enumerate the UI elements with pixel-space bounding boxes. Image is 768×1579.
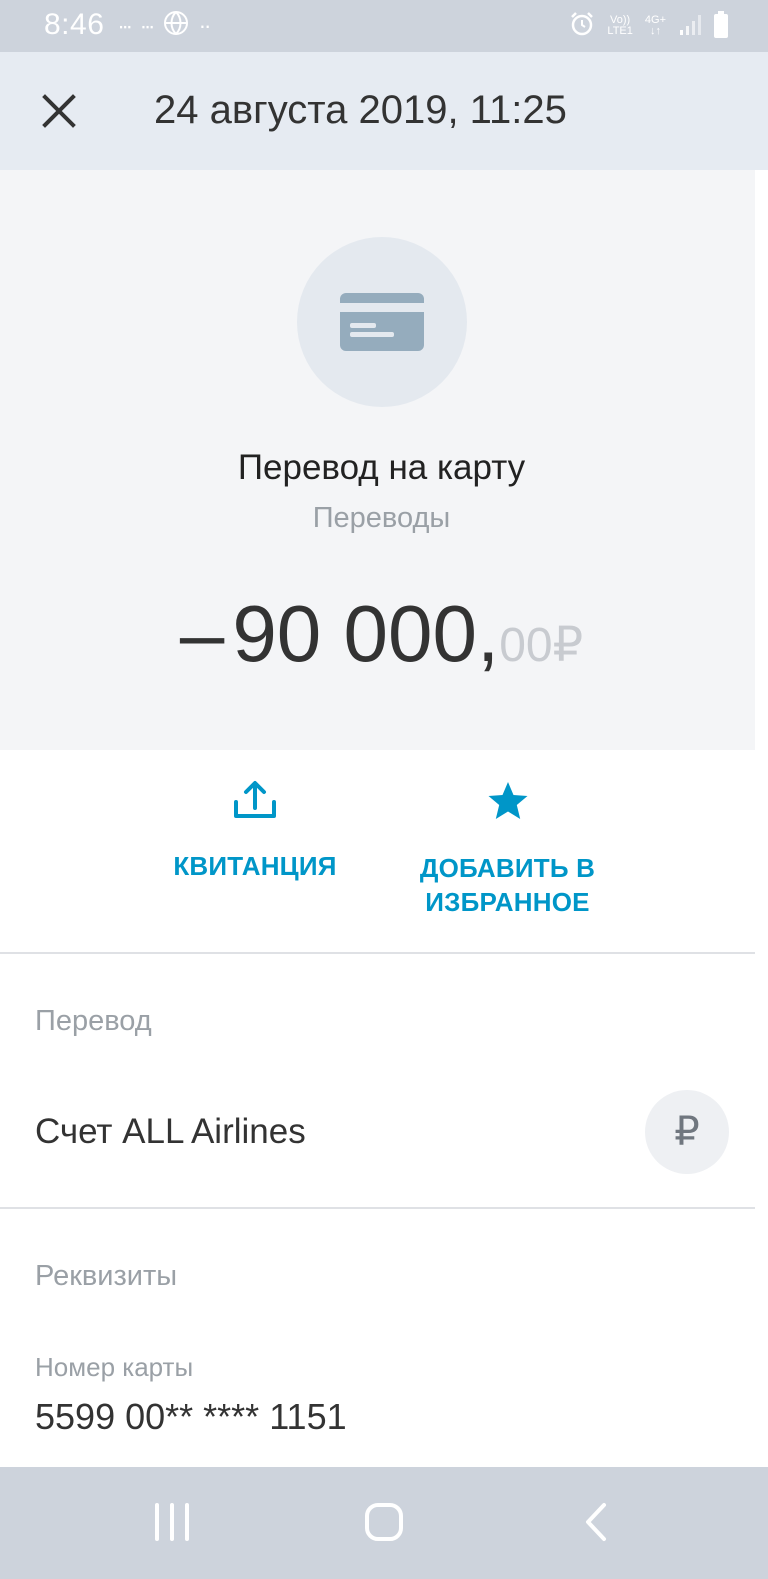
details-section-label: Реквизиты [35, 1260, 178, 1292]
transfer-account-name: Счет ALL Airlines [35, 1112, 306, 1151]
share-upload-icon [234, 781, 276, 818]
page-title: 24 августа 2019, 11:25 [154, 88, 567, 132]
operation-amount: –90 000,00₽ [0, 588, 763, 680]
amount-cents: 00 [499, 619, 553, 672]
close-button[interactable] [36, 88, 82, 134]
scrollbar[interactable] [755, 170, 763, 1440]
home-button[interactable] [359, 1497, 409, 1547]
amount-integer: 90 000, [232, 589, 500, 678]
star-icon [488, 782, 527, 819]
battery-icon [714, 11, 728, 38]
operation-category: Переводы [312, 502, 451, 534]
card-number-label: Номер карты [35, 1352, 194, 1382]
status-left-icons: ∙∙∙ ∙∙∙ ·· [118, 8, 212, 44]
divider [0, 952, 763, 954]
taxi-icon: ∙∙∙ [118, 13, 132, 38]
volte-bottom-text: LTE1 [607, 25, 633, 37]
network-bottom-text: ↓↑ [649, 25, 661, 37]
alarm-icon [569, 11, 595, 42]
receipt-label: КВИТАНЦИЯ [173, 851, 337, 881]
transfer-section-label: Перевод [35, 1005, 152, 1037]
add-to-favorites-button[interactable]: ДОБАВИТЬ В ИЗБРАННОЕ [405, 780, 610, 919]
operation-title: Перевод на карту [237, 448, 526, 487]
add-to-favorites-label-line1: ДОБАВИТЬ В [419, 853, 596, 883]
operation-summary: Перевод на карту Переводы –90 000,00₽ [0, 170, 763, 750]
more-dots-icon: ·· [198, 13, 212, 38]
ruble-currency-icon[interactable]: ₽ [645, 1090, 729, 1174]
close-icon [42, 94, 76, 128]
actions-bar: КВИТАНЦИЯ ДОБАВИТЬ В ИЗБРАННОЕ [0, 750, 763, 953]
add-to-favorites-label: ДОБАВИТЬ В ИЗБРАННОЕ [405, 851, 610, 919]
network-4g-icon: 4G+ ↓↑ [645, 15, 666, 37]
back-button[interactable] [572, 1497, 622, 1547]
taxi-icon: ∙∙∙ [140, 13, 154, 38]
system-nav-bar [0, 1467, 768, 1579]
status-time: 8:46 [44, 8, 105, 41]
back-icon [586, 1503, 606, 1541]
receipt-button[interactable]: КВИТАНЦИЯ [155, 780, 355, 883]
volte-icon: Vo)) LTE1 [607, 15, 632, 37]
status-bar: 8:46 ∙∙∙ ∙∙∙ ·· Vo)) LTE1 4G+ ↓↑ [0, 0, 768, 52]
home-icon [365, 1503, 403, 1541]
app-bar: 24 августа 2019, 11:25 [0, 52, 768, 170]
add-to-favorites-label-line2: ИЗБРАННОЕ [425, 887, 590, 917]
globe-icon [163, 10, 189, 42]
recents-button[interactable] [147, 1497, 197, 1547]
divider [0, 1207, 763, 1209]
category-avatar [297, 237, 467, 407]
card-number-value: 5599 00** **** 1151 [35, 1396, 347, 1437]
status-right-icons: Vo)) LTE1 4G+ ↓↑ [569, 8, 728, 44]
card-icon [340, 293, 424, 351]
amount-sign: – [179, 589, 225, 678]
signal-icon [678, 12, 702, 41]
currency-ruble-icon: ₽ [552, 619, 584, 672]
recents-icon [155, 1503, 189, 1541]
